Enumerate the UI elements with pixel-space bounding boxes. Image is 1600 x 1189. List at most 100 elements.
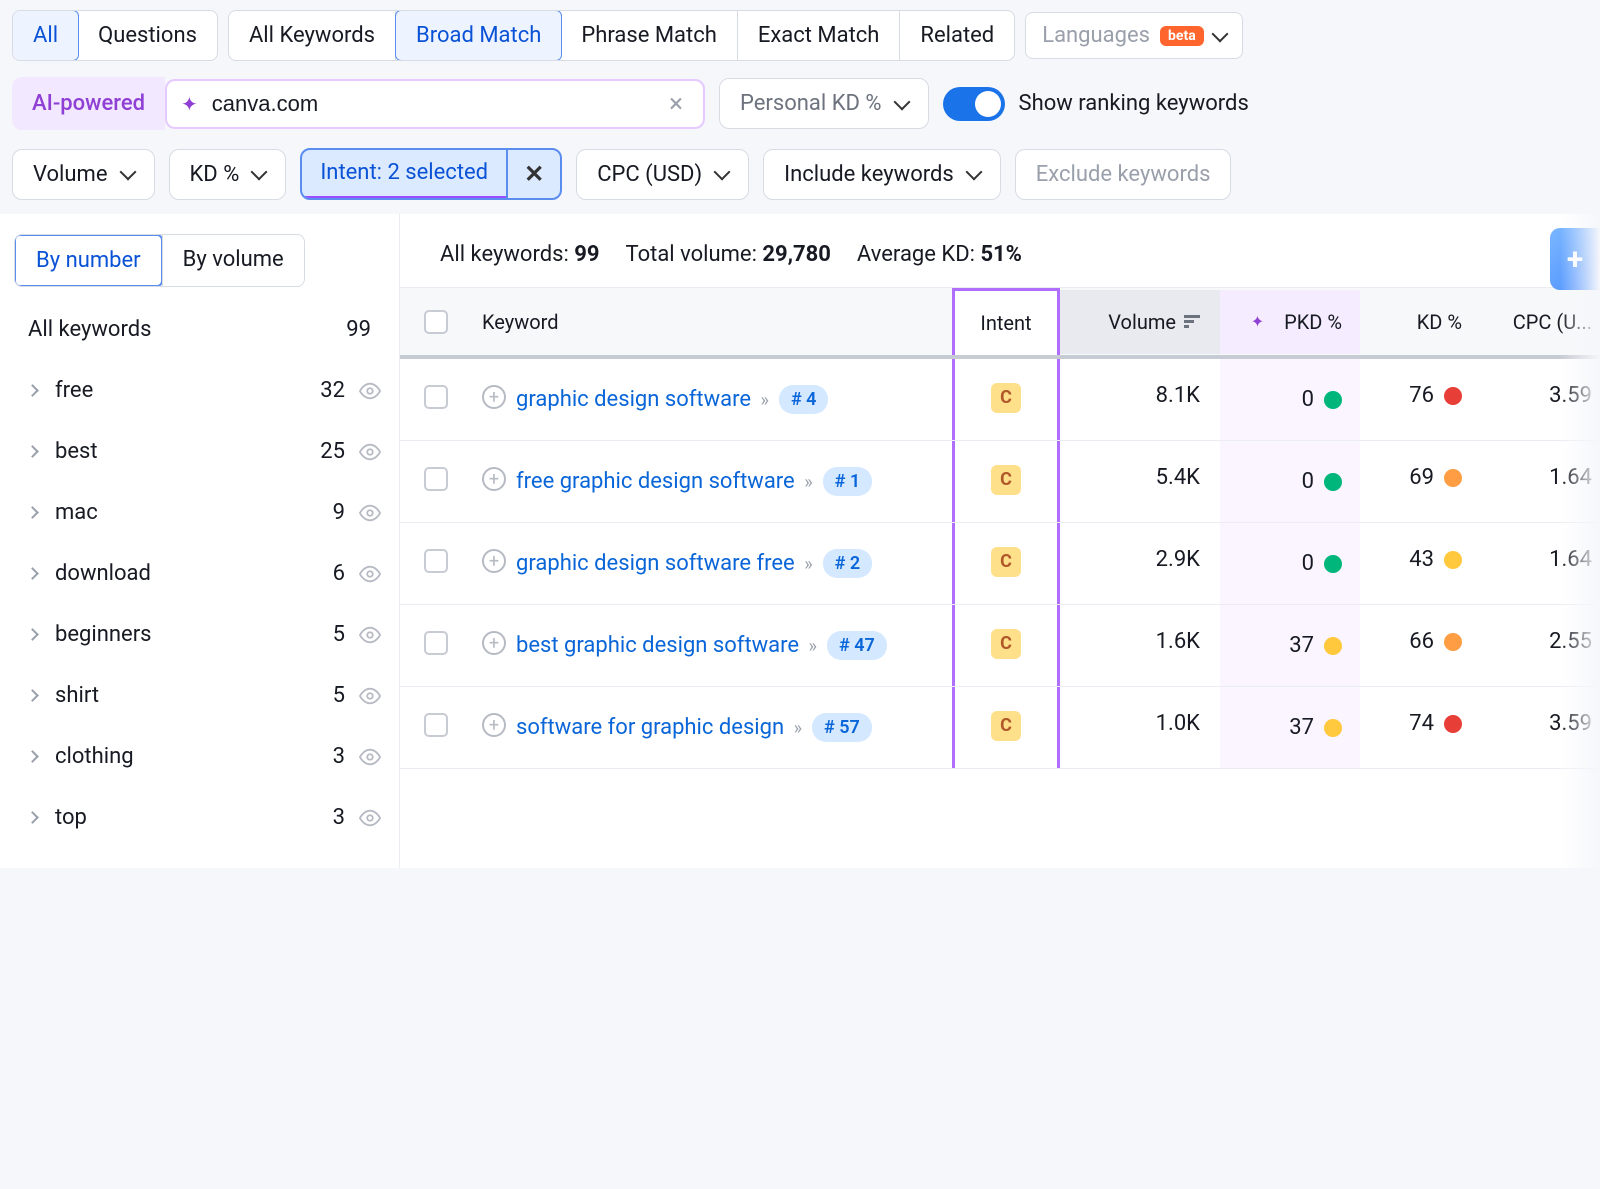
row-checkbox[interactable] bbox=[424, 385, 448, 409]
volume-filter[interactable]: Volume bbox=[12, 149, 155, 200]
sidebar-tabs: By number By volume bbox=[14, 234, 305, 287]
cell-kd: 76 bbox=[1409, 383, 1434, 408]
tab-related[interactable]: Related bbox=[900, 11, 1014, 60]
difficulty-dot bbox=[1324, 473, 1342, 491]
eye-icon[interactable] bbox=[359, 502, 381, 524]
sidebar-item-top[interactable]: top 3 bbox=[14, 787, 385, 848]
cell-pkd: 37 bbox=[1289, 715, 1314, 740]
col-keyword[interactable]: Keyword bbox=[472, 290, 952, 354]
sidebar-item-name: shirt bbox=[55, 683, 333, 708]
sidebar-item-free[interactable]: free 32 bbox=[14, 360, 385, 421]
sidebar-item-mac[interactable]: mac 9 bbox=[14, 482, 385, 543]
chevrons-icon: » bbox=[761, 390, 769, 411]
personal-kd-dropdown[interactable]: Personal KD % bbox=[719, 78, 929, 129]
rank-badge: # 1 bbox=[823, 467, 873, 496]
tab-phrase-match[interactable]: Phrase Match bbox=[561, 11, 737, 60]
cell-cpc: 1.64 bbox=[1480, 441, 1600, 514]
expand-row-button[interactable]: + bbox=[482, 549, 506, 573]
col-pkd[interactable]: ✦ PKD % bbox=[1220, 290, 1360, 354]
select-all-checkbox[interactable] bbox=[424, 310, 448, 334]
tab-exact-match[interactable]: Exact Match bbox=[738, 11, 901, 60]
col-volume[interactable]: Volume bbox=[1060, 290, 1220, 354]
rank-badge: # 47 bbox=[827, 631, 887, 660]
sidebar-item-count: 3 bbox=[333, 805, 345, 830]
intent-filter[interactable]: Intent: 2 selected ✕ bbox=[300, 148, 562, 200]
keyword-link[interactable]: graphic design software free » bbox=[516, 547, 813, 580]
tab-by-volume[interactable]: By volume bbox=[162, 235, 304, 286]
languages-dropdown[interactable]: Languages beta bbox=[1025, 12, 1242, 59]
eye-icon[interactable] bbox=[359, 441, 381, 463]
expand-row-button[interactable]: + bbox=[482, 385, 506, 409]
sidebar-item-shirt[interactable]: shirt 5 bbox=[14, 665, 385, 726]
cell-cpc: 2.55 bbox=[1480, 605, 1600, 678]
tab-all-keywords[interactable]: All Keywords bbox=[229, 11, 396, 60]
eye-icon[interactable] bbox=[359, 380, 381, 402]
sidebar-item-name: clothing bbox=[55, 744, 333, 769]
main: By number By volume All keywords 99 free… bbox=[0, 214, 1600, 868]
sidebar-all-label: All keywords bbox=[28, 317, 151, 342]
cell-cpc: 3.59 bbox=[1480, 687, 1600, 760]
difficulty-dot bbox=[1444, 633, 1462, 651]
eye-icon[interactable] bbox=[359, 685, 381, 707]
table-header: Keyword Intent Volume ✦ PKD % KD % CPC (… bbox=[400, 287, 1600, 359]
volume-filter-label: Volume bbox=[33, 162, 108, 187]
tab-by-number[interactable]: By number bbox=[14, 234, 163, 287]
sidebar-item-best[interactable]: best 25 bbox=[14, 421, 385, 482]
tab-broad-match[interactable]: Broad Match bbox=[395, 10, 562, 61]
row-checkbox[interactable] bbox=[424, 713, 448, 737]
eye-icon[interactable] bbox=[359, 746, 381, 768]
row-checkbox[interactable] bbox=[424, 467, 448, 491]
sidebar-item-beginners[interactable]: beginners 5 bbox=[14, 604, 385, 665]
show-ranking-toggle[interactable] bbox=[943, 87, 1005, 121]
row-checkbox[interactable] bbox=[424, 631, 448, 655]
kd-filter[interactable]: KD % bbox=[169, 149, 287, 200]
content: All keywords: 99 Total volume: 29,780 Av… bbox=[400, 214, 1600, 868]
cpc-filter[interactable]: CPC (USD) bbox=[576, 149, 749, 200]
eye-icon[interactable] bbox=[359, 624, 381, 646]
sidebar-item-clothing[interactable]: clothing 3 bbox=[14, 726, 385, 787]
col-cpc[interactable]: CPC (U... bbox=[1480, 290, 1600, 354]
rank-badge: # 57 bbox=[812, 713, 872, 742]
cpc-filter-label: CPC (USD) bbox=[597, 162, 702, 187]
clear-input-button[interactable]: × bbox=[663, 89, 689, 119]
row-checkbox[interactable] bbox=[424, 549, 448, 573]
chevrons-icon: » bbox=[794, 718, 802, 739]
col-intent[interactable]: Intent bbox=[952, 288, 1060, 355]
tab-questions[interactable]: Questions bbox=[78, 11, 217, 60]
chevron-down-icon bbox=[893, 93, 910, 110]
col-kd[interactable]: KD % bbox=[1360, 290, 1480, 354]
keyword-link[interactable]: graphic design software » bbox=[516, 383, 769, 416]
sidebar-item-download[interactable]: download 6 bbox=[14, 543, 385, 604]
cell-volume: 1.6K bbox=[1060, 605, 1220, 678]
keyword-link[interactable]: software for graphic design » bbox=[516, 711, 802, 744]
difficulty-dot bbox=[1444, 469, 1462, 487]
expand-row-button[interactable]: + bbox=[482, 631, 506, 655]
sidebar-item-name: top bbox=[55, 805, 333, 830]
chevron-down-icon bbox=[714, 164, 731, 181]
cell-kd: 66 bbox=[1409, 629, 1434, 654]
chevron-right-icon bbox=[26, 567, 39, 580]
cell-pkd: 0 bbox=[1302, 387, 1314, 412]
expand-row-button[interactable]: + bbox=[482, 467, 506, 491]
tab-all[interactable]: All bbox=[12, 10, 79, 61]
exclude-keywords-filter[interactable]: Exclude keywords bbox=[1015, 149, 1232, 200]
keyword-link[interactable]: best graphic design software » bbox=[516, 629, 817, 662]
add-button[interactable]: + bbox=[1550, 228, 1600, 290]
table-row: + graphic design software » # 4 C 8.1K 0… bbox=[400, 359, 1600, 441]
domain-input-wrap[interactable]: ✦ × bbox=[165, 79, 705, 129]
stat-kd-value: 51% bbox=[980, 242, 1022, 267]
intent-filter-clear[interactable]: ✕ bbox=[506, 150, 560, 198]
cell-pkd: 0 bbox=[1302, 551, 1314, 576]
eye-icon[interactable] bbox=[359, 563, 381, 585]
intent-badge: C bbox=[991, 547, 1021, 577]
sidebar-item-count: 5 bbox=[333, 683, 345, 708]
chevron-down-icon bbox=[119, 164, 136, 181]
difficulty-dot bbox=[1324, 719, 1342, 737]
expand-row-button[interactable]: + bbox=[482, 713, 506, 737]
domain-input[interactable] bbox=[212, 91, 663, 117]
include-keywords-filter[interactable]: Include keywords bbox=[763, 149, 1001, 200]
eye-icon[interactable] bbox=[359, 807, 381, 829]
ai-row: AI-powered ✦ × Personal KD % Show rankin… bbox=[0, 73, 1600, 144]
keyword-link[interactable]: free graphic design software » bbox=[516, 465, 813, 498]
sidebar-all-keywords[interactable]: All keywords 99 bbox=[14, 287, 385, 360]
